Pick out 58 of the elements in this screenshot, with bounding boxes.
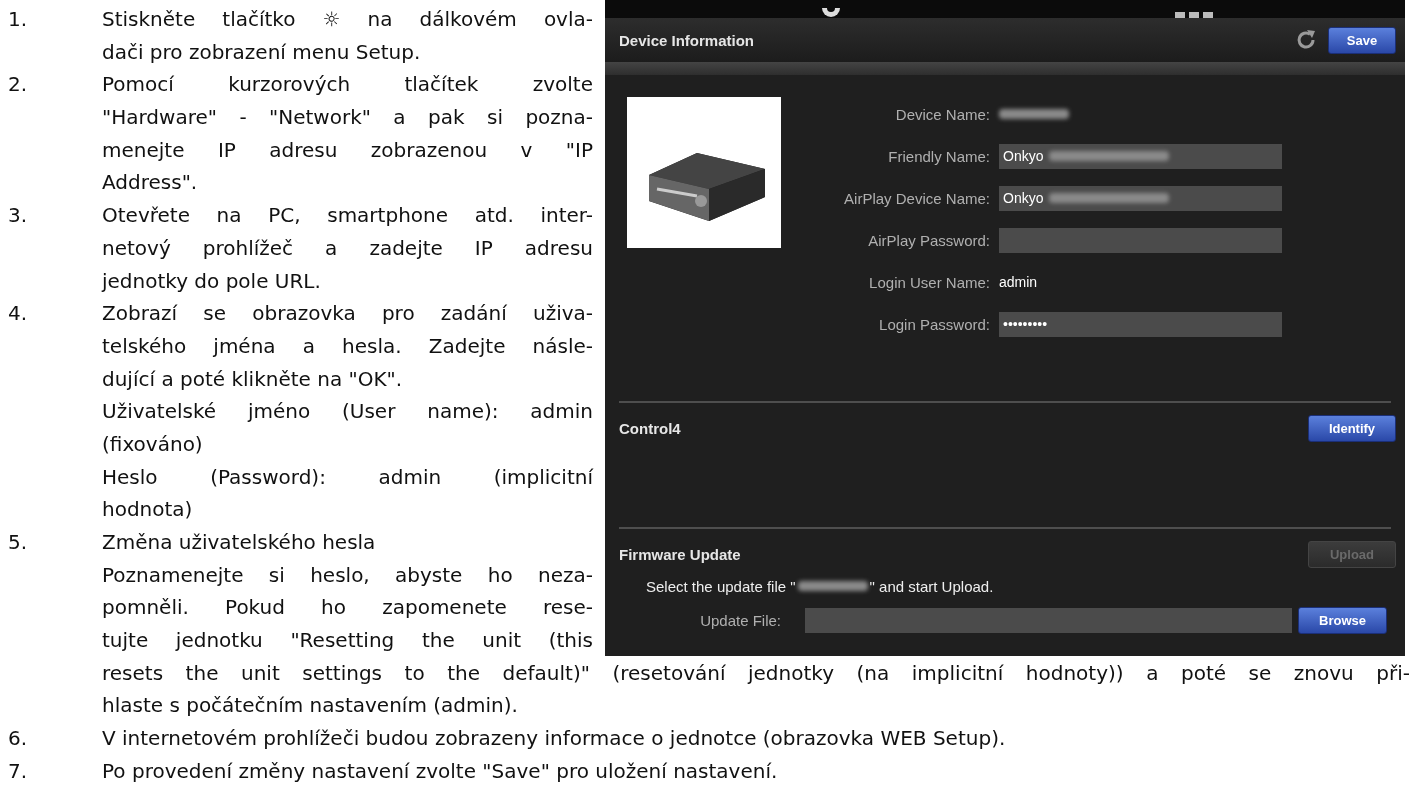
instruction-line: Uživatelské jméno (User name): admin: [102, 398, 593, 426]
file-input-field[interactable]: [805, 607, 1292, 633]
squares-icon[interactable]: [1175, 12, 1215, 18]
field-value: Onkyo: [1003, 190, 1044, 206]
section-title: Device Information: [619, 31, 755, 49]
instruction-line: Otevřete na PC, smartphone atd. inter-: [102, 202, 593, 230]
instruction-line: tujte jednotku "Resetting the unit (this: [102, 627, 593, 655]
instruction-line: "Hardware" - "Network" a pak si pozna-: [102, 104, 593, 132]
section-title: Firmware Update: [619, 545, 741, 563]
field-label: AirPlay Password:: [867, 231, 990, 249]
field-label: Device Name:: [894, 105, 990, 123]
step-number: 6.: [8, 725, 29, 753]
instruction-line: dující a poté klikněte na "OK".: [102, 365, 403, 393]
instruction-text: Select the update file ": [646, 577, 796, 595]
instruction-line: Změna uživatelského hesla: [102, 529, 376, 556]
field-label: AirPlay Device Name:: [843, 189, 990, 207]
step-number: 2.: [8, 71, 29, 99]
instruction-line: Poznamenejte si heslo, abyste ho neza-: [102, 561, 593, 589]
step-number: 3.: [8, 202, 29, 230]
refresh-icon[interactable]: [1294, 28, 1318, 52]
save-button[interactable]: Save: [1328, 26, 1396, 54]
instruction-line: hodnota): [102, 496, 193, 524]
instruction-line: pomněli. Pokud ho zapomenete rese-: [102, 594, 593, 622]
input-field[interactable]: Onkyo: [999, 143, 1282, 169]
instruction-line: Po provedení změny nastavení zvolte "Save" pro uložení nastavení.: [102, 757, 778, 785]
step-number: 7.: [8, 757, 29, 785]
instruction-line: (fixováno): [102, 430, 203, 458]
instruction-line: resets the unit settings to the default)" (resetování jednotky (na implicitní hodnoty)) a poté se znovu při-: [102, 659, 1410, 687]
instruction-line: telského jména a hesla. Zadejte násle-: [102, 332, 593, 360]
field-label: Login User Name:: [868, 273, 990, 291]
step-number: 4.: [8, 300, 29, 328]
section-title: Control4: [619, 419, 681, 437]
field-value: •••••••••: [1003, 316, 1048, 332]
input-field[interactable]: Onkyo: [999, 185, 1282, 211]
input-field[interactable]: [999, 227, 1282, 253]
instruction-line: jednotky do pole URL.: [102, 267, 321, 295]
instruction-line: V internetovém prohlížeči budou zobrazeny informace o jednotce (obrazovka WEB Setup).: [102, 725, 1006, 753]
field-label: Update File:: [699, 611, 782, 629]
step-number: 5.: [8, 529, 29, 556]
gear-icon[interactable]: [820, 8, 842, 18]
field-value: Onkyo: [1003, 148, 1044, 164]
instruction-line: netový prohlížeč a zadejte IP adresu: [102, 234, 593, 262]
instruction-line: Heslo (Password): admin (implicitní: [102, 463, 593, 491]
field-label: Friendly Name:: [887, 147, 990, 165]
instruction-line: hlaste s počátečním nastavením (admin).: [102, 692, 518, 720]
field-label: Login Password:: [878, 315, 990, 333]
instruction-line: menejte IP adresu zobrazenou v "IP: [102, 136, 593, 164]
instruction-line: Address".: [102, 169, 198, 197]
instruction-text: " and start Upload.: [869, 577, 994, 595]
browse-button[interactable]: Browse: [1298, 606, 1387, 634]
step-number: 1.: [8, 6, 29, 33]
instruction-line: Stiskněte tlačítko ☼ na dálkovém ovla-: [102, 6, 593, 33]
input-field[interactable]: •••••••••: [999, 311, 1282, 337]
instruction-line: Pomocí kurzorových tlačítek zvolte: [102, 71, 593, 99]
instruction-line: Zobrazí se obrazovka pro zadání uživa-: [102, 300, 593, 328]
identify-button[interactable]: Identify: [1308, 414, 1396, 442]
instruction-line: dači pro zobrazení menu Setup.: [102, 38, 421, 66]
field-value: admin: [999, 274, 1038, 290]
